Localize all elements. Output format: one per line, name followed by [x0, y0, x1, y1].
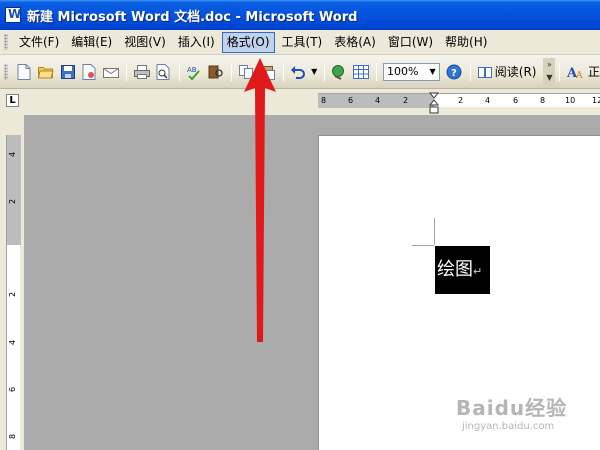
- toolbar-separator: [559, 62, 561, 81]
- undo-icon[interactable]: [288, 61, 309, 82]
- menu-insert[interactable]: 插入(I): [173, 32, 220, 53]
- toolbar-options-icon[interactable]: » ▼: [543, 57, 556, 86]
- toolbar-separator: [126, 62, 128, 81]
- toolbar-separator: [230, 62, 232, 81]
- standard-toolbar: AB ▼ 100% ▼ ? 阅读(R) » ▼ AA 正: [0, 55, 600, 89]
- ruler-tick: 6: [348, 96, 354, 105]
- ruler-tick: 2: [8, 291, 18, 298]
- ruler-tick: 8: [8, 433, 18, 440]
- crop-mark: [412, 245, 434, 246]
- insert-hyperlink-icon[interactable]: [329, 61, 350, 82]
- indent-marker-icon[interactable]: [429, 92, 439, 114]
- svg-text:?: ?: [451, 68, 457, 79]
- baidu-watermark: Baidu经验 jingyan.baidu.com: [456, 392, 600, 442]
- menu-bar: 文件(F) 编辑(E) 视图(V) 插入(I) 格式(O) 工具(T) 表格(A…: [0, 30, 600, 55]
- menu-tools[interactable]: 工具(T): [277, 32, 328, 53]
- red-arrow-annotation: [244, 58, 276, 342]
- permission-icon[interactable]: [79, 61, 100, 82]
- menu-file[interactable]: 文件(F): [14, 32, 64, 53]
- undo-dropdown-icon[interactable]: ▼: [310, 61, 319, 82]
- ruler-tick: 6: [8, 386, 18, 393]
- email-icon[interactable]: [101, 61, 122, 82]
- ruler-tick: 4: [8, 151, 18, 158]
- ruler-tick: 8: [321, 96, 327, 105]
- new-document-icon[interactable]: [14, 61, 35, 82]
- read-button[interactable]: 阅读(R): [475, 62, 540, 82]
- toolbar-separator: [323, 62, 325, 81]
- menu-window[interactable]: 窗口(W): [383, 32, 438, 53]
- save-disk-icon[interactable]: [57, 61, 78, 82]
- paragraph-mark-icon: ↵: [473, 265, 483, 278]
- ruler-tick: 8: [540, 96, 546, 105]
- ruler-tick: 2: [458, 96, 464, 105]
- menu-format[interactable]: 格式(O): [221, 31, 275, 53]
- tab-selector[interactable]: L: [6, 94, 19, 107]
- menu-help[interactable]: 帮助(H): [440, 32, 492, 53]
- print-preview-icon[interactable]: [153, 61, 174, 82]
- help-icon[interactable]: ?: [444, 61, 465, 82]
- title-bar: 新建 Microsoft Word 文档.doc - Microsoft Wor…: [0, 0, 600, 30]
- style-box-label[interactable]: 正: [588, 63, 600, 80]
- menu-edit[interactable]: 编辑(E): [66, 32, 117, 53]
- ruler-tick: 4: [8, 339, 18, 346]
- ruler-tick: 12: [592, 96, 600, 105]
- watermark-url: jingyan.baidu.com: [462, 421, 555, 432]
- open-book-icon: [477, 66, 492, 78]
- zoom-value: 100%: [386, 64, 419, 78]
- toolbar-separator: [178, 62, 180, 81]
- insert-table-icon[interactable]: [350, 61, 371, 82]
- ruler-tick: 2: [403, 96, 409, 105]
- zoom-select[interactable]: 100% ▼: [382, 62, 441, 81]
- selected-text-content: 绘图: [437, 259, 473, 280]
- toolbar-separator: [283, 62, 285, 81]
- toolbar-grip-handle[interactable]: [4, 63, 8, 80]
- menu-view[interactable]: 视图(V): [119, 32, 171, 53]
- ruler-tick: 4: [485, 96, 491, 105]
- watermark-logo: Baidu经验: [456, 396, 568, 420]
- selected-text[interactable]: 绘图↵: [435, 246, 490, 294]
- vertical-ruler[interactable]: 4 2 2 4 6 8: [6, 135, 21, 450]
- zoom-dropdown-icon[interactable]: ▼: [426, 64, 439, 80]
- ruler-tick: 6: [513, 96, 519, 105]
- open-folder-icon[interactable]: [36, 61, 57, 82]
- vertical-ruler-column: 4 2 2 4 6 8: [0, 115, 24, 450]
- horizontal-ruler[interactable]: 8 6 4 2 2 4 6 8 10 12: [318, 93, 600, 108]
- toolbar-separator: [375, 62, 377, 81]
- toolbar-separator: [469, 62, 471, 81]
- research-icon[interactable]: [205, 61, 226, 82]
- read-label: 阅读(R): [494, 65, 537, 79]
- menubar-grip-handle[interactable]: [4, 34, 8, 50]
- word-app-icon[interactable]: [5, 7, 21, 23]
- crop-mark: [434, 218, 435, 245]
- styles-formatting-icon[interactable]: AA: [564, 61, 585, 82]
- window-title: 新建 Microsoft Word 文档.doc - Microsoft Wor…: [27, 9, 358, 25]
- ruler-tick: 2: [8, 198, 18, 205]
- ruler-tick: 4: [375, 96, 381, 105]
- svg-text:A: A: [575, 71, 583, 80]
- ruler-row: L 8 6 4 2 2 4 6 8 10 12: [0, 89, 600, 115]
- print-icon[interactable]: [131, 61, 152, 82]
- ruler-tick: 10: [565, 96, 576, 105]
- menu-table[interactable]: 表格(A): [329, 32, 381, 53]
- svg-text:AB: AB: [187, 66, 197, 74]
- spelling-grammar-icon[interactable]: AB: [184, 61, 205, 82]
